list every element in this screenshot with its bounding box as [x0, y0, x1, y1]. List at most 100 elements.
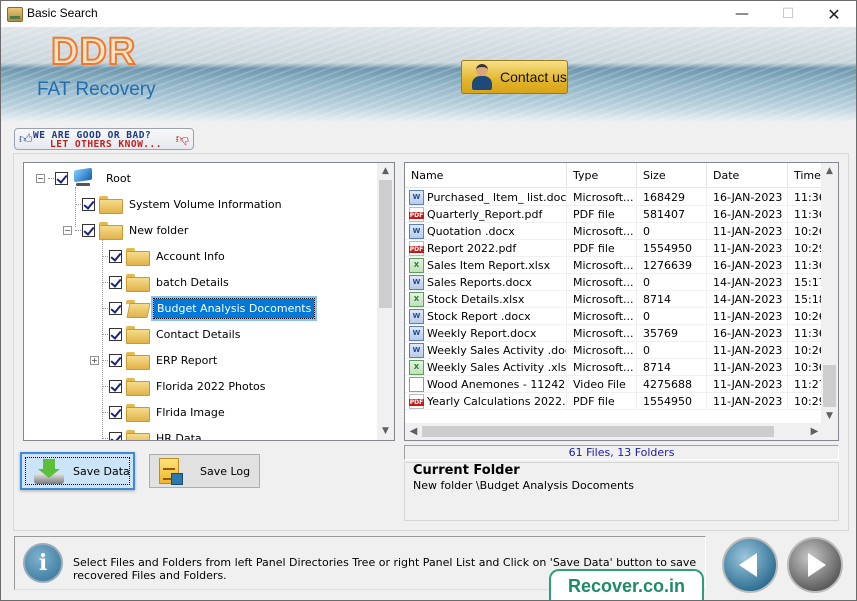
- log-file-icon: [159, 458, 185, 486]
- file-row[interactable]: W Weekly Report.docx Microsoft... 35769 16-J…: [405, 325, 823, 342]
- tree-checkbox[interactable]: [109, 379, 122, 393]
- tree-item-contact-details[interactable]: Contact Details: [109, 324, 242, 344]
- file-row[interactable]: PDF Report 2022.pdf PDF file 1554950 11-JAN-…: [405, 240, 823, 257]
- close-button[interactable]: ✕: [811, 1, 857, 27]
- tree-item-account-info[interactable]: Account Info: [109, 246, 227, 266]
- tree-item-hr-data[interactable]: HR Data: [109, 428, 204, 440]
- minimize-button[interactable]: —: [719, 1, 765, 27]
- tree-item-new-folder[interactable]: New folder: [82, 220, 190, 240]
- file-date-cell: 11-JAN-2023: [707, 376, 788, 393]
- list-horizontal-scrollbar[interactable]: ◀ ▶: [405, 423, 823, 440]
- tree-checkbox[interactable]: [109, 327, 122, 341]
- file-row[interactable]: Wood Anemones - 11242... Video File 427568…: [405, 376, 823, 393]
- file-date-cell: 11-JAN-2023: [707, 223, 788, 240]
- file-row[interactable]: W Purchased_ Item_ list.docx Microsoft... 1…: [405, 189, 823, 206]
- file-row[interactable]: W Weekly Sales Activity .docx Microsoft...…: [405, 342, 823, 359]
- pdf-file-icon: PDF: [409, 241, 424, 256]
- file-list[interactable]: Name Type Size Date Time W Purchased_ Ite…: [404, 162, 839, 441]
- file-type-cell: Microsoft...: [567, 189, 637, 206]
- collapse-new-folder-toggle[interactable]: −: [63, 226, 72, 235]
- tree-checkbox[interactable]: [109, 249, 122, 263]
- folder-icon: [126, 248, 150, 266]
- app-window: Basic Search — ☐ ✕ DDR FAT Recovery Cont…: [0, 0, 857, 601]
- tree-checkbox[interactable]: [109, 275, 122, 289]
- scroll-up-arrow-icon[interactable]: ▲: [377, 163, 394, 180]
- tree-item-label: System Volume Information: [129, 197, 282, 211]
- scroll-left-arrow-icon[interactable]: ◀: [405, 423, 422, 440]
- file-row[interactable]: PDF Yearly Calculations 2022.... PDF file 1…: [405, 393, 823, 410]
- file-time-cell: 10:29: [788, 240, 823, 257]
- tree-item-label: batch Details: [156, 275, 229, 289]
- tree-checkbox[interactable]: [109, 405, 122, 419]
- column-header-size[interactable]: Size: [637, 163, 707, 188]
- directory-tree[interactable]: − Root System Volume Information − New f…: [23, 162, 395, 441]
- tree-item-flrida-image[interactable]: Flrida Image: [109, 402, 227, 422]
- file-name-cell: W Sales Reports.docx: [405, 274, 567, 291]
- tree-item-label: Flrida Image: [156, 405, 225, 419]
- tree-item-budget-analysis-docoments[interactable]: Budget Analysis Docoments: [109, 297, 316, 319]
- file-name-cell: Wood Anemones - 11242...: [405, 376, 567, 393]
- tree-checkbox[interactable]: [109, 301, 122, 315]
- column-header-type[interactable]: Type: [567, 163, 637, 188]
- column-header-date[interactable]: Date: [707, 163, 788, 188]
- current-folder-group: Current Folder New folder \Budget Analys…: [404, 462, 839, 521]
- word-file-icon: W: [409, 309, 424, 324]
- tree-checkbox[interactable]: [82, 197, 95, 211]
- column-header-name[interactable]: Name: [405, 163, 567, 188]
- file-time-cell: 11:36: [788, 325, 823, 342]
- next-button[interactable]: [787, 537, 843, 593]
- file-name: Purchased_ Item_ list.docx: [427, 191, 567, 204]
- file-name: Quotation .docx: [427, 225, 515, 238]
- tree-checkbox[interactable]: [109, 353, 122, 367]
- file-type-cell: Microsoft...: [567, 274, 637, 291]
- file-name-cell: PDF Yearly Calculations 2022....: [405, 393, 567, 410]
- scrollbar-thumb[interactable]: [823, 365, 836, 407]
- tree-item-florida-2022-photos[interactable]: Florida 2022 Photos: [109, 376, 268, 396]
- file-row[interactable]: W Quotation .docx Microsoft... 0 11-JAN-2023…: [405, 223, 823, 240]
- folder-icon: [99, 222, 123, 240]
- folder-icon: [126, 378, 150, 396]
- feedback-banner-button[interactable]: 👍︎ WE ARE GOOD OR BAD? LET OTHERS KNOW..…: [14, 128, 194, 150]
- tree-checkbox[interactable]: [82, 223, 95, 237]
- scroll-down-arrow-icon[interactable]: ▼: [377, 423, 394, 440]
- tree-checkbox[interactable]: [109, 431, 122, 440]
- excel-file-icon: X: [409, 360, 424, 375]
- tree-item-system-volume-information[interactable]: System Volume Information: [82, 194, 284, 214]
- file-type-cell: PDF file: [567, 240, 637, 257]
- scrollbar-corner: [821, 423, 838, 440]
- save-log-button[interactable]: Save Log: [149, 454, 260, 488]
- scrollbar-thumb[interactable]: [422, 426, 774, 437]
- file-row[interactable]: W Sales Reports.docx Microsoft... 0 14-JAN-2…: [405, 274, 823, 291]
- file-time-cell: 10:26: [788, 308, 823, 325]
- file-name-cell: PDF Quarterly_Report.pdf: [405, 206, 567, 223]
- tree-item-root[interactable]: Root: [55, 168, 133, 188]
- tree-vertical-scrollbar[interactable]: ▲ ▼: [377, 163, 394, 440]
- pdf-file-icon: PDF: [409, 207, 424, 222]
- file-type-cell: Microsoft...: [567, 359, 637, 376]
- list-vertical-scrollbar[interactable]: ▲ ▼: [821, 163, 838, 425]
- maximize-button[interactable]: ☐: [765, 1, 811, 27]
- file-size-cell: 168429: [637, 189, 707, 206]
- file-row[interactable]: W Stock Report .docx Microsoft... 0 11-JAN-2…: [405, 308, 823, 325]
- root-checkbox[interactable]: [55, 171, 68, 185]
- folder-icon: [126, 404, 150, 422]
- back-button[interactable]: [722, 537, 778, 593]
- back-arrow-icon: [739, 553, 757, 577]
- thumbs-down-icon: 👎︎: [175, 132, 189, 147]
- contact-us-button[interactable]: Contact us: [461, 60, 568, 94]
- file-date-cell: 14-JAN-2023: [707, 274, 788, 291]
- expand-erp-report-toggle[interactable]: +: [90, 356, 99, 365]
- collapse-root-toggle[interactable]: −: [36, 174, 45, 183]
- scroll-up-arrow-icon[interactable]: ▲: [821, 163, 838, 180]
- scrollbar-thumb[interactable]: [379, 180, 392, 308]
- column-header-time[interactable]: Time: [788, 163, 823, 188]
- file-size-cell: 0: [637, 342, 707, 359]
- save-data-button[interactable]: Save Data: [20, 452, 135, 490]
- file-row[interactable]: PDF Quarterly_Report.pdf PDF file 581407 16-…: [405, 206, 823, 223]
- file-row[interactable]: X Stock Details.xlsx Microsoft... 8714 14-JA…: [405, 291, 823, 308]
- file-row[interactable]: X Sales Item Report.xlsx Microsoft... 12766…: [405, 257, 823, 274]
- tree-item-erp-report[interactable]: ERP Report: [109, 350, 219, 370]
- tree-item-batch-details[interactable]: batch Details: [109, 272, 231, 292]
- file-row[interactable]: X Weekly Sales Activity .xlsx Microsoft...…: [405, 359, 823, 376]
- file-size-cell: 1276639: [637, 257, 707, 274]
